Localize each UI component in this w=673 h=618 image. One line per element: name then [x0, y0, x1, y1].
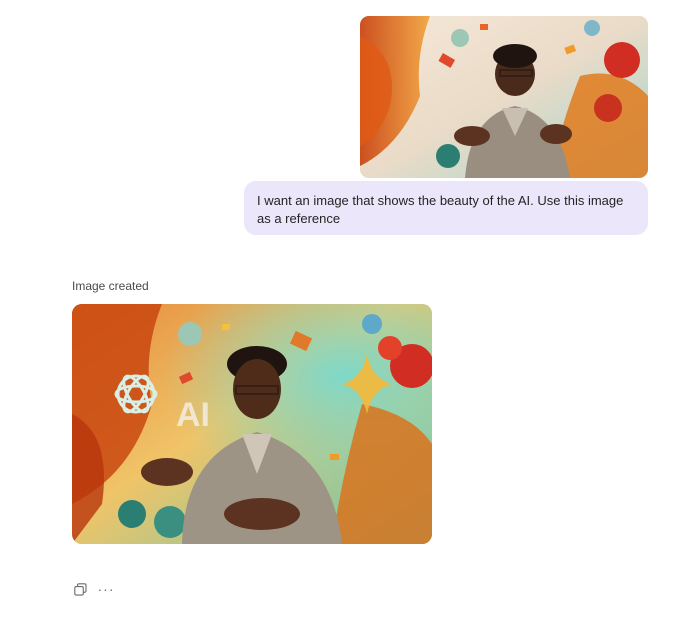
user-message-text: I want an image that shows the beauty of…	[257, 193, 624, 226]
copy-icon	[73, 582, 87, 596]
copy-button[interactable]	[72, 581, 88, 597]
more-options-icon: ···	[97, 581, 115, 597]
chat-conversation: I want an image that shows the beauty of…	[0, 0, 673, 618]
user-reference-image[interactable]	[360, 16, 648, 178]
message-actions: ···	[72, 581, 114, 597]
generated-image[interactable]: AI	[72, 304, 432, 544]
image-overlay-text: AI	[176, 396, 210, 434]
user-message-bubble: I want an image that shows the beauty of…	[244, 181, 648, 235]
more-options-button[interactable]: ···	[98, 581, 114, 597]
image-created-label: Image created	[72, 279, 149, 293]
